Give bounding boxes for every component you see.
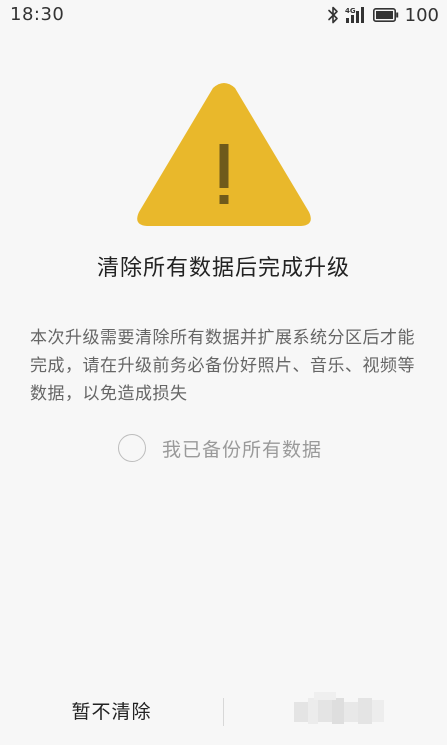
battery-level: 100 [404, 4, 439, 26]
dialog-description: 本次升级需要清除所有数据并扩展系统分区后才能完成，请在升级前务必备份好照片、音乐… [30, 328, 415, 404]
backup-confirm-label[interactable]: 我已备份所有数据 [162, 435, 322, 462]
dialog-title: 清除所有数据后完成升级 [96, 256, 350, 281]
clear-data-button[interactable] [224, 680, 447, 745]
warning-triangle-icon [133, 82, 315, 228]
battery-icon [372, 7, 399, 23]
status-icons: 4G 100 [327, 4, 439, 26]
bottom-action-bar: 暂不清除 [0, 680, 447, 745]
skip-clear-button[interactable]: 暂不清除 [0, 680, 223, 745]
radio-circle-icon[interactable] [118, 434, 146, 462]
status-time: 18:30 [10, 4, 65, 25]
network-type-label: 4G [345, 7, 356, 15]
status-bar: 18:30 4G 100 [0, 0, 447, 30]
signal-icon: 4G [345, 6, 367, 24]
bluetooth-icon [327, 6, 339, 24]
backup-confirm-checkbox[interactable]: 我已备份所有数据 [118, 432, 322, 464]
